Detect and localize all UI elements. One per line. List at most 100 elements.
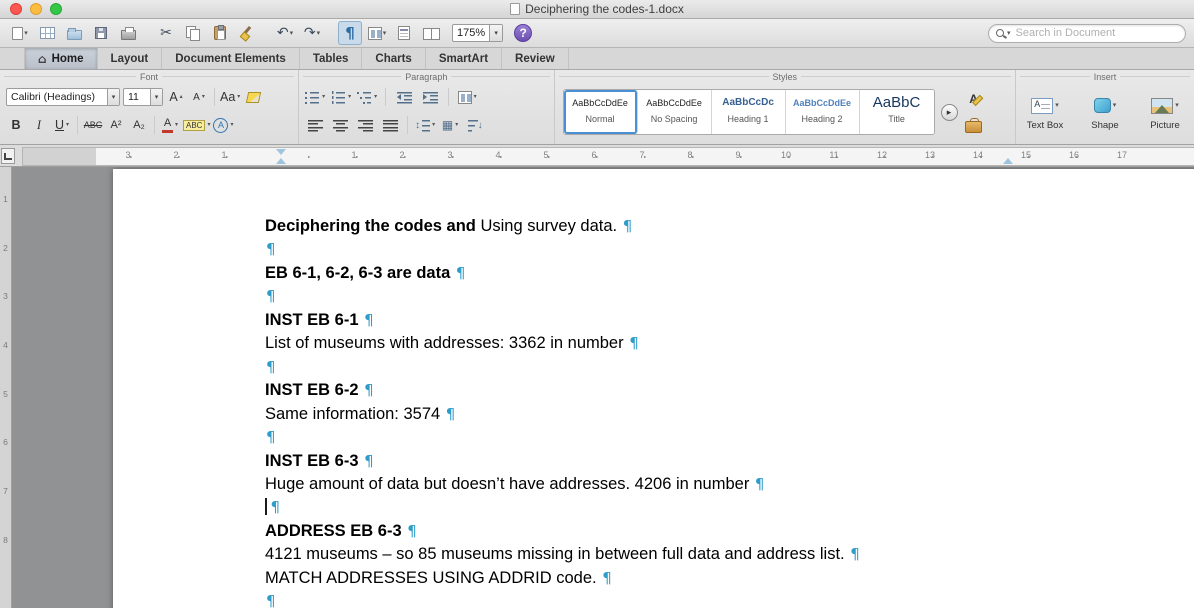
- shape-button[interactable]: ▾Shape: [1080, 94, 1130, 131]
- document-line[interactable]: INST EB 6-2 ¶: [265, 379, 1194, 402]
- save-button[interactable]: [89, 21, 113, 45]
- chevron-down-icon[interactable]: ▾: [107, 89, 119, 105]
- document-line[interactable]: Huge amount of data but doesn’t have add…: [265, 473, 1194, 496]
- font-color-button[interactable]: A ▾: [160, 115, 180, 135]
- chevron-down-icon[interactable]: ▾: [489, 25, 502, 41]
- maximize-button[interactable]: [50, 3, 62, 15]
- increase-indent-button[interactable]: [420, 87, 440, 107]
- bold-button[interactable]: B: [6, 115, 26, 135]
- align-left-button[interactable]: [305, 115, 325, 135]
- horizontal-ruler[interactable]: 3211234567891011121314151617: [22, 147, 1194, 166]
- right-indent-marker[interactable]: [1003, 158, 1013, 164]
- document-line[interactable]: 4121 museums – so 85 museums missing in …: [265, 543, 1194, 566]
- underline-button[interactable]: U▾: [52, 115, 72, 135]
- align-center-button[interactable]: [330, 115, 350, 135]
- font-family-select[interactable]: Calibri (Headings) ▾: [6, 88, 120, 106]
- font-size-select[interactable]: 11 ▾: [123, 88, 163, 106]
- template-gallery-button[interactable]: [35, 21, 59, 45]
- format-painter-button[interactable]: [235, 21, 259, 45]
- style-heading-1[interactable]: AaBbCcDcHeading 1: [712, 90, 786, 134]
- redo-button[interactable]: ↷▾: [300, 21, 324, 45]
- subscript-button[interactable]: A₂: [129, 115, 149, 135]
- document-line[interactable]: EB 6-1, 6-2, 6-3 are data ¶: [265, 262, 1194, 285]
- style-title[interactable]: AaBbCTitle: [860, 90, 934, 134]
- tab-review[interactable]: Review: [502, 48, 569, 69]
- style-normal[interactable]: AaBbCcDdEeNormal: [564, 90, 638, 134]
- style-heading-2[interactable]: AaBbCcDdEeHeading 2: [786, 90, 860, 134]
- tab-home[interactable]: ⌂Home: [24, 48, 98, 69]
- copy-button[interactable]: [181, 21, 205, 45]
- line-spacing-button[interactable]: ▾: [415, 115, 435, 135]
- zoom-control[interactable]: 175% ▾: [452, 24, 503, 42]
- sort-button[interactable]: [465, 115, 485, 135]
- document-layout-button[interactable]: [392, 21, 416, 45]
- grow-font-button[interactable]: A▴: [166, 87, 186, 107]
- tab-layout[interactable]: Layout: [98, 48, 163, 69]
- manage-styles-button[interactable]: A: [964, 89, 984, 109]
- text-direction-button[interactable]: ▾: [457, 87, 477, 107]
- undo-button[interactable]: ↶▾: [273, 21, 297, 45]
- side-by-side-button[interactable]: [419, 21, 443, 45]
- minimize-button[interactable]: [30, 3, 42, 15]
- paste-button[interactable]: [208, 21, 232, 45]
- italic-button[interactable]: I: [29, 115, 49, 135]
- search-input[interactable]: [1014, 26, 1178, 40]
- search-field[interactable]: ▾: [988, 24, 1186, 43]
- highlighter-button[interactable]: [243, 87, 263, 107]
- close-button[interactable]: [10, 3, 22, 15]
- document-line[interactable]: ¶: [265, 426, 1194, 449]
- picture-button[interactable]: ▾Picture: [1140, 94, 1190, 131]
- document-line[interactable]: Same information: 3574 ¶: [265, 403, 1194, 426]
- toolbox-button[interactable]: [964, 115, 984, 135]
- tab-stop-selector[interactable]: [1, 148, 15, 164]
- document-line[interactable]: INST EB 6-1 ¶: [265, 309, 1194, 332]
- change-case-button[interactable]: Aa▾: [220, 87, 240, 107]
- tab-document-elements[interactable]: Document Elements: [162, 48, 300, 69]
- bullets-button[interactable]: ▾: [305, 87, 325, 107]
- highlight-color-button[interactable]: ABC▾: [183, 115, 210, 135]
- show-formatting-marks-button[interactable]: ¶: [338, 21, 362, 45]
- document-line[interactable]: ¶: [265, 590, 1194, 608]
- more-styles-button[interactable]: ▸: [941, 104, 958, 121]
- new-document-button[interactable]: ▾: [8, 21, 32, 45]
- tab-tables[interactable]: Tables: [300, 48, 363, 69]
- vertical-ruler[interactable]: 12345678: [0, 167, 12, 608]
- left-indent-marker[interactable]: [276, 158, 286, 164]
- multilevel-list-button[interactable]: ▾: [357, 87, 377, 107]
- ruler-number: 6: [0, 437, 11, 447]
- print-button[interactable]: [116, 21, 140, 45]
- document-line[interactable]: ¶: [265, 238, 1194, 261]
- style-no-spacing[interactable]: AaBbCcDdEeNo Spacing: [638, 90, 712, 134]
- ruler-row: 3211234567891011121314151617: [0, 145, 1194, 167]
- shrink-font-button[interactable]: A▾: [189, 87, 209, 107]
- page[interactable]: Deciphering the codes and Using survey d…: [113, 169, 1194, 608]
- document-line[interactable]: INST EB 6-3 ¶: [265, 450, 1194, 473]
- text-effects-button[interactable]: A▾: [213, 115, 233, 135]
- cut-button[interactable]: ✂: [154, 21, 178, 45]
- document-line[interactable]: ADDRESS EB 6-3 ¶: [265, 520, 1194, 543]
- tab-charts[interactable]: Charts: [362, 48, 425, 69]
- document-line[interactable]: ¶: [265, 496, 1194, 519]
- tab-smartart[interactable]: SmartArt: [426, 48, 502, 69]
- help-button[interactable]: ?: [514, 24, 532, 42]
- document-line[interactable]: MATCH ADDRESSES USING ADDRID code. ¶: [265, 567, 1194, 590]
- first-line-indent-marker[interactable]: [276, 149, 286, 155]
- borders-button[interactable]: ▦▾: [440, 115, 460, 135]
- search-scope-chevron-icon[interactable]: ▾: [1007, 30, 1011, 37]
- chevron-down-icon[interactable]: ▾: [150, 89, 162, 105]
- open-button[interactable]: [62, 21, 86, 45]
- document-line[interactable]: Deciphering the codes and Using survey d…: [265, 215, 1194, 238]
- document-line[interactable]: List of museums with addresses: 3362 in …: [265, 332, 1194, 355]
- text-cursor: [265, 498, 267, 515]
- columns-button[interactable]: ▾: [365, 21, 389, 45]
- align-right-button[interactable]: [355, 115, 375, 135]
- superscript-button[interactable]: A²: [106, 115, 126, 135]
- document-text[interactable]: Deciphering the codes and Using survey d…: [265, 215, 1194, 608]
- document-line[interactable]: ¶: [265, 285, 1194, 308]
- text-box-button[interactable]: ▾Text Box: [1020, 94, 1070, 131]
- document-line[interactable]: ¶: [265, 356, 1194, 379]
- numbering-button[interactable]: ▾: [331, 87, 351, 107]
- decrease-indent-button[interactable]: [394, 87, 414, 107]
- justify-button[interactable]: [380, 115, 400, 135]
- strikethrough-button[interactable]: ABC: [83, 115, 103, 135]
